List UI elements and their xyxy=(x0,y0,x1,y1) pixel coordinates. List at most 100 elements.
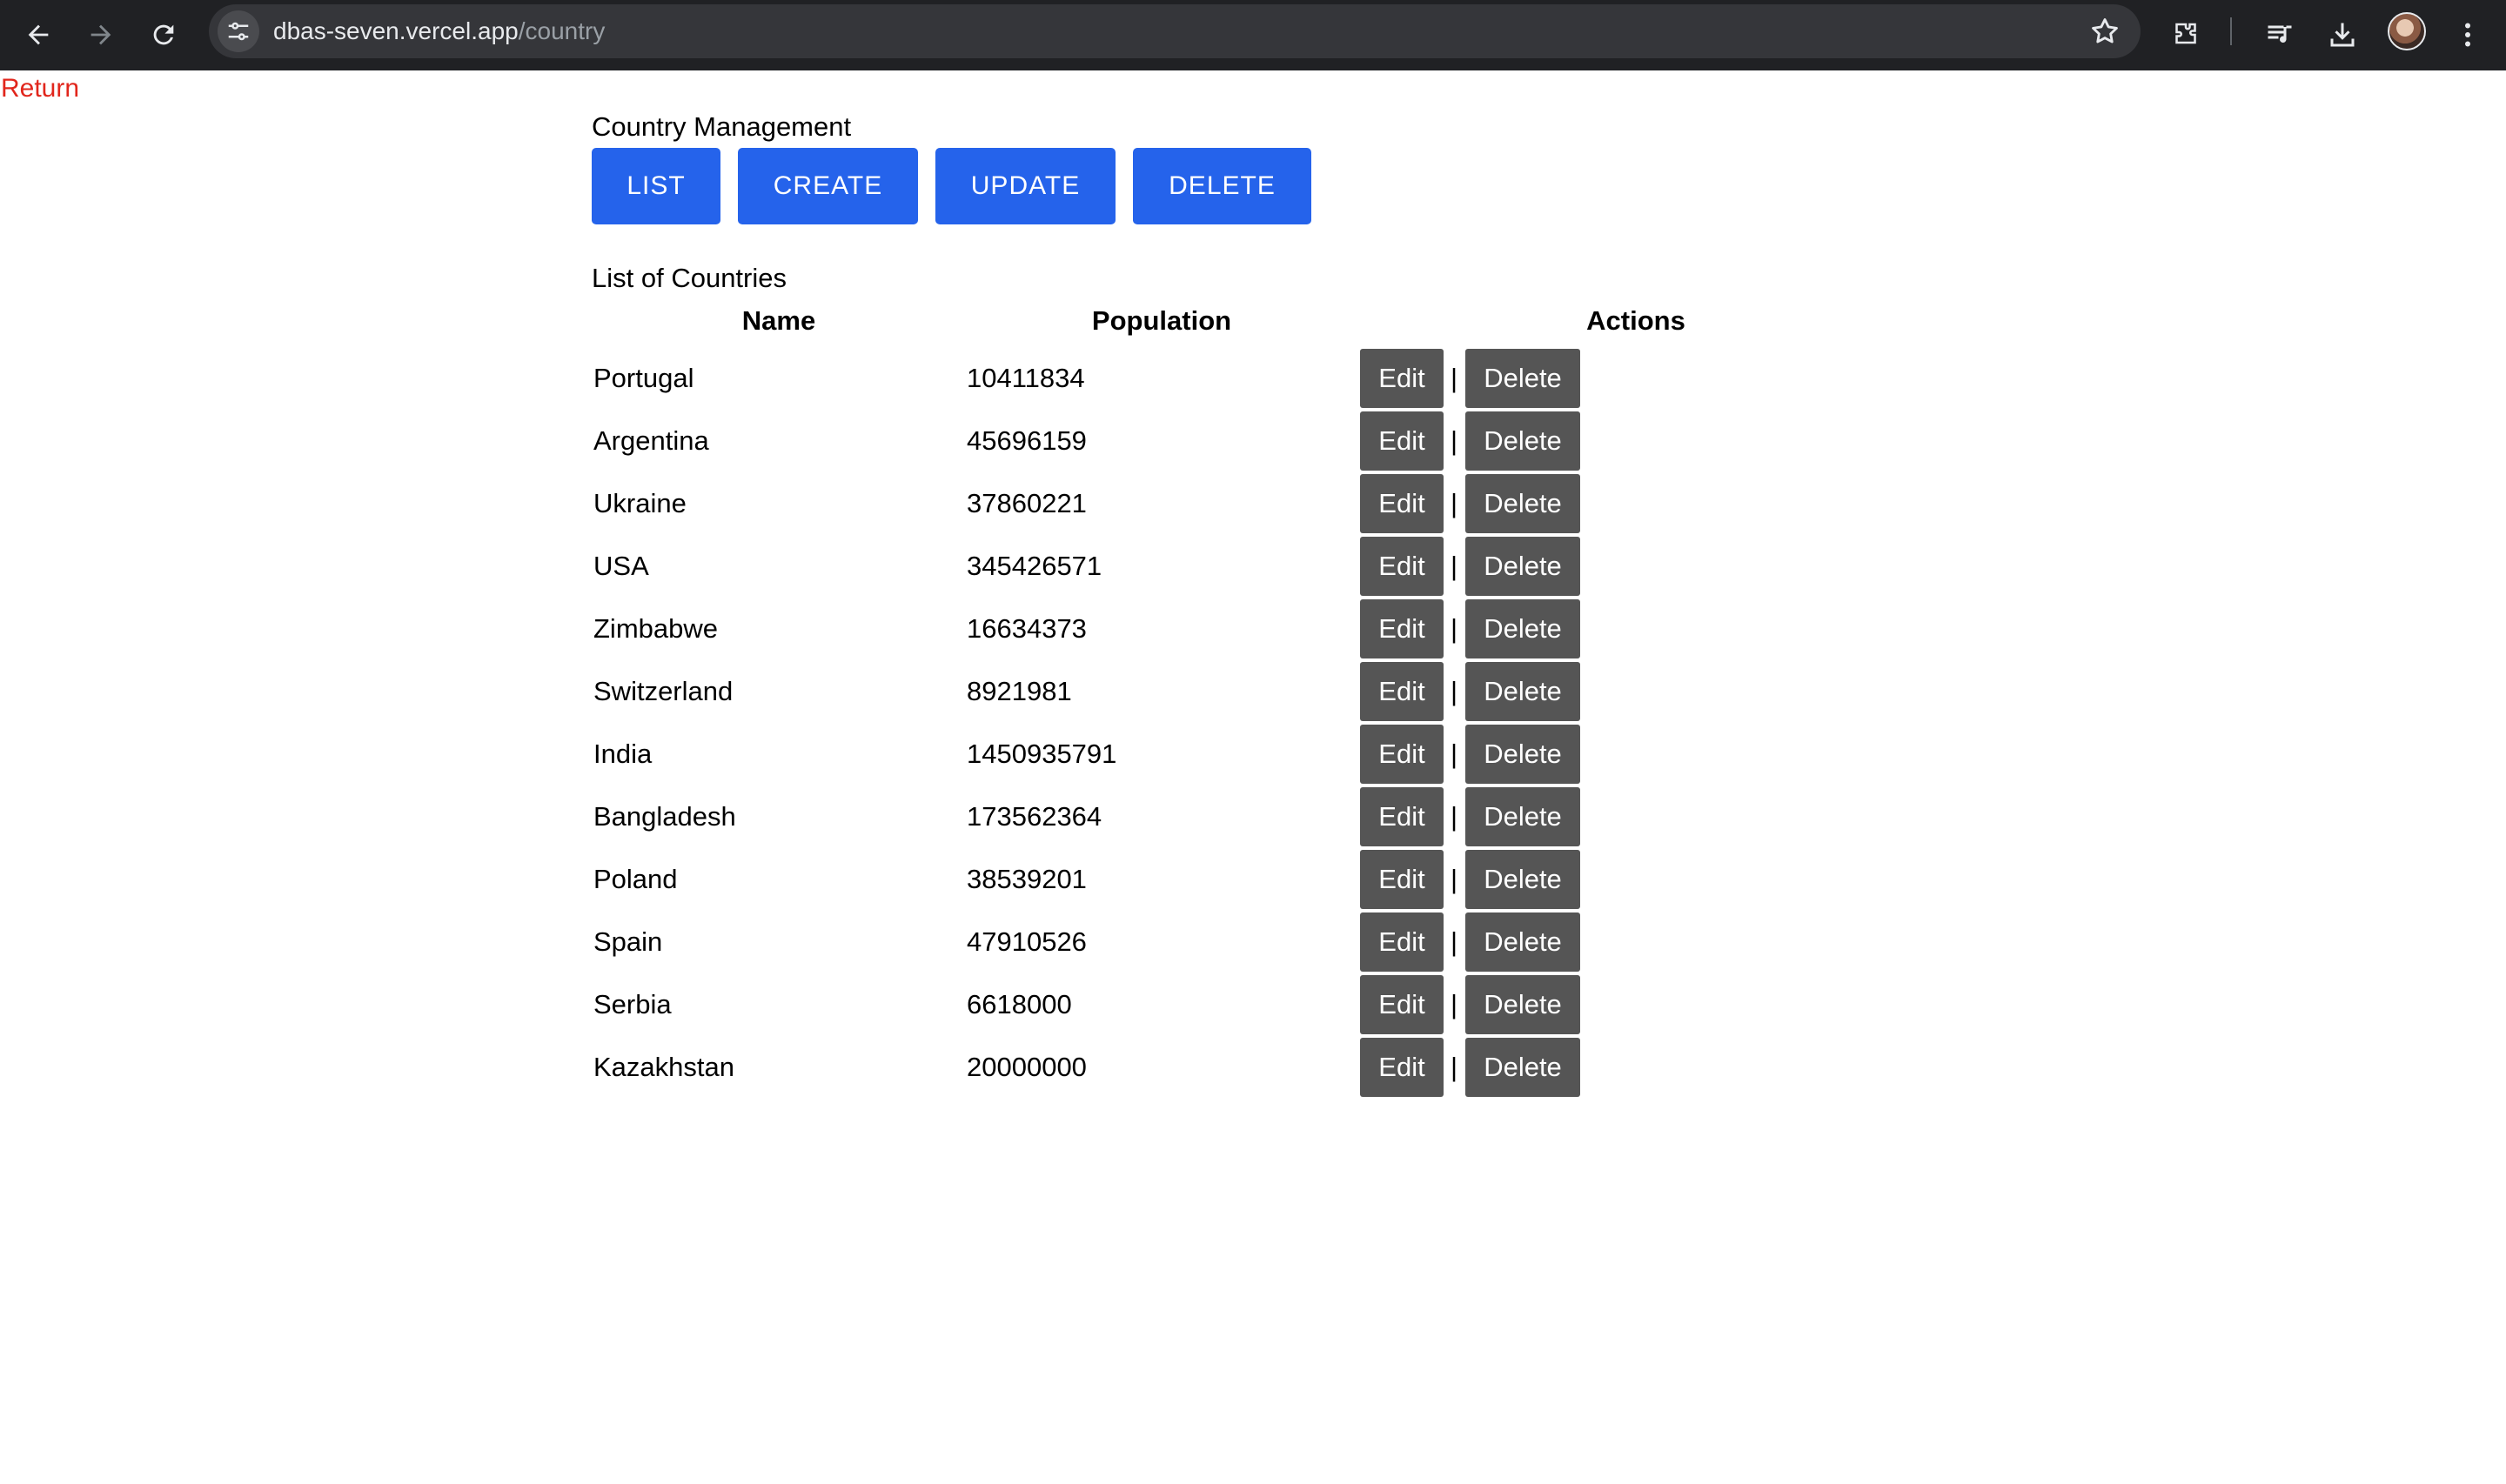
delete-button[interactable]: Delete xyxy=(1465,537,1580,596)
table-row: Spain 47910526 Edit | Delete xyxy=(592,912,1688,972)
update-button[interactable]: UPDATE xyxy=(935,148,1116,224)
country-name: Spain xyxy=(593,926,663,957)
site-info-button[interactable] xyxy=(218,10,259,52)
delete-button[interactable]: Delete xyxy=(1465,662,1580,721)
page-title: Country Management xyxy=(592,111,852,142)
action-separator: | xyxy=(1451,739,1458,769)
browser-menu-button[interactable] xyxy=(2445,12,2490,57)
country-population: 1450935791 xyxy=(967,739,1117,769)
country-name: Portugal xyxy=(593,363,694,393)
action-separator: | xyxy=(1451,613,1458,644)
delete-button[interactable]: Delete xyxy=(1465,599,1580,658)
delete-button[interactable]: Delete xyxy=(1465,912,1580,972)
country-population: 8921981 xyxy=(967,676,1072,706)
create-button[interactable]: CREATE xyxy=(738,148,918,224)
extensions-button[interactable] xyxy=(2163,12,2208,57)
action-separator: | xyxy=(1451,488,1458,518)
edit-button[interactable]: Edit xyxy=(1360,975,1444,1034)
country-name: Zimbabwe xyxy=(593,613,718,644)
country-name: India xyxy=(593,739,653,769)
edit-button[interactable]: Edit xyxy=(1360,474,1444,533)
table-row: Kazakhstan 20000000 Edit | Delete xyxy=(592,1038,1688,1097)
country-name: Argentina xyxy=(593,425,709,456)
table-row: Ukraine 37860221 Edit | Delete xyxy=(592,474,1688,533)
delete-button[interactable]: Delete xyxy=(1465,850,1580,909)
action-separator: | xyxy=(1451,425,1458,456)
delete-tab-button[interactable]: DELETE xyxy=(1133,148,1311,224)
list-button[interactable]: LIST xyxy=(592,148,720,224)
country-name: Kazakhstan xyxy=(593,1052,734,1082)
edit-button[interactable]: Edit xyxy=(1360,537,1444,596)
url-host: dbas-seven.vercel.app xyxy=(273,17,519,44)
table-row: Portugal 10411834 Edit | Delete xyxy=(592,349,1688,408)
page-content: Return Country Management LIST CREATE UP… xyxy=(0,70,2506,1484)
delete-button[interactable]: Delete xyxy=(1465,975,1580,1034)
table-row: Poland 38539201 Edit | Delete xyxy=(592,850,1688,909)
table-row: USA 345426571 Edit | Delete xyxy=(592,537,1688,596)
list-title: List of Countries xyxy=(592,263,787,293)
download-icon xyxy=(2330,23,2355,47)
country-name: Poland xyxy=(593,864,678,894)
table-row: Serbia 6618000 Edit | Delete xyxy=(592,975,1688,1034)
edit-button[interactable]: Edit xyxy=(1360,850,1444,909)
table-row: Zimbabwe 16634373 Edit | Delete xyxy=(592,599,1688,658)
edit-button[interactable]: Edit xyxy=(1360,787,1444,846)
edit-button[interactable]: Edit xyxy=(1360,912,1444,972)
queue-music-icon xyxy=(2268,25,2292,43)
delete-button[interactable]: Delete xyxy=(1465,787,1580,846)
reload-button[interactable] xyxy=(141,12,186,57)
country-name: Ukraine xyxy=(593,488,687,518)
table-row: Argentina 45696159 Edit | Delete xyxy=(592,411,1688,471)
bookmark-star-icon[interactable] xyxy=(2088,15,2121,48)
column-header-population: Population xyxy=(1091,305,1232,336)
delete-button[interactable]: Delete xyxy=(1465,725,1580,784)
edit-button[interactable]: Edit xyxy=(1360,662,1444,721)
action-separator: | xyxy=(1451,551,1458,581)
downloads-button[interactable] xyxy=(2320,12,2365,57)
url-path: /country xyxy=(518,17,606,44)
table-row: Bangladesh 173562364 Edit | Delete xyxy=(592,787,1688,846)
country-population: 6618000 xyxy=(967,989,1072,1019)
action-separator: | xyxy=(1451,363,1458,393)
table-row: India 1450935791 Edit | Delete xyxy=(592,725,1688,784)
delete-button[interactable]: Delete xyxy=(1465,1038,1580,1097)
column-header-name: Name xyxy=(741,305,816,336)
country-population: 45696159 xyxy=(967,425,1087,456)
country-population: 47910526 xyxy=(967,926,1087,957)
action-separator: | xyxy=(1451,1052,1458,1082)
browser-toolbar: dbas-seven.vercel.app/country xyxy=(0,0,2506,70)
reload-icon xyxy=(153,24,174,45)
country-name: Bangladesh xyxy=(593,801,736,832)
more-vertical-icon xyxy=(2465,23,2470,47)
media-controls-button[interactable] xyxy=(2257,12,2302,57)
edit-button[interactable]: Edit xyxy=(1360,411,1444,471)
arrow-left-icon xyxy=(28,24,49,45)
profile-avatar[interactable] xyxy=(2388,12,2426,50)
country-population: 38539201 xyxy=(967,864,1087,894)
back-button[interactable] xyxy=(16,12,61,57)
action-separator: | xyxy=(1451,989,1458,1019)
delete-button[interactable]: Delete xyxy=(1465,349,1580,408)
delete-button[interactable]: Delete xyxy=(1465,474,1580,533)
country-name: Serbia xyxy=(593,989,672,1019)
table-row: Switzerland 8921981 Edit | Delete xyxy=(592,662,1688,721)
country-population: 345426571 xyxy=(967,551,1102,581)
forward-button[interactable] xyxy=(78,12,124,57)
edit-button[interactable]: Edit xyxy=(1360,725,1444,784)
edit-button[interactable]: Edit xyxy=(1360,1038,1444,1097)
url-text: dbas-seven.vercel.app/country xyxy=(273,4,605,58)
edit-button[interactable]: Edit xyxy=(1360,599,1444,658)
country-population: 16634373 xyxy=(967,613,1087,644)
return-link[interactable]: Return xyxy=(1,74,79,104)
country-population: 20000000 xyxy=(967,1052,1087,1082)
edit-button[interactable]: Edit xyxy=(1360,349,1444,408)
action-separator: | xyxy=(1451,864,1458,894)
column-header-actions: Actions xyxy=(1586,305,1685,336)
address-bar[interactable]: dbas-seven.vercel.app/country xyxy=(209,4,2141,58)
delete-button[interactable]: Delete xyxy=(1465,411,1580,471)
action-separator: | xyxy=(1451,801,1458,832)
tune-icon xyxy=(228,22,249,41)
puzzle-icon xyxy=(2175,23,2196,44)
action-separator: | xyxy=(1451,926,1458,957)
action-separator: | xyxy=(1451,676,1458,706)
